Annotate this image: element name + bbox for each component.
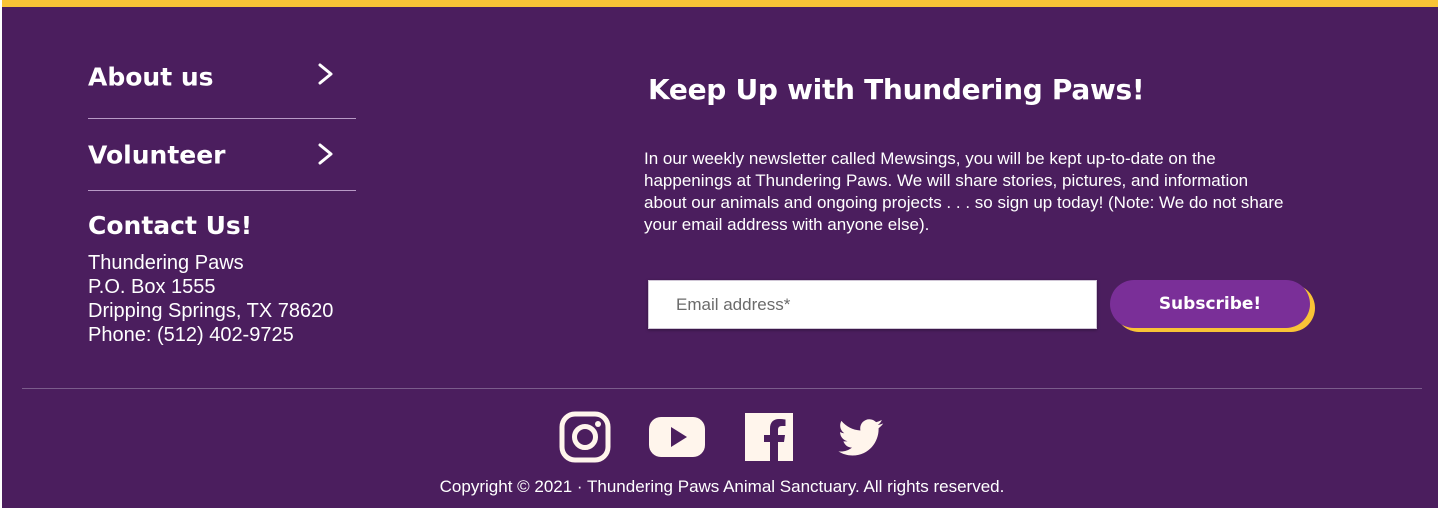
email-input[interactable] <box>648 280 1097 329</box>
newsletter-description: In our weekly newsletter called Mewsings… <box>644 149 1284 234</box>
contact-line-po-box: P.O. Box 1555 <box>88 276 216 298</box>
contact-line-city: Dripping Springs, TX 78620 <box>88 300 334 322</box>
chevron-right-icon <box>318 143 333 165</box>
newsletter-title: Keep Up with Thundering Paws! <box>648 73 1145 106</box>
nav-item-label: About us <box>88 62 214 92</box>
subscribe-button-wrapper: Subscribe! <box>1110 280 1316 333</box>
contact-line-phone: Phone: (512) 402-9725 <box>88 324 294 346</box>
copyright-text: Copyright © 2021 · Thundering Paws Anima… <box>439 477 1005 496</box>
subscribe-button[interactable]: Subscribe! <box>1110 280 1310 328</box>
nav-item-about-us[interactable]: About us <box>88 47 356 119</box>
contact-address: Thundering Paws P.O. Box 1555 Dripping S… <box>88 251 333 347</box>
contact-line-name: Thundering Paws <box>88 252 244 274</box>
instagram-icon[interactable] <box>559 411 611 463</box>
youtube-icon[interactable] <box>647 411 707 463</box>
nav-item-volunteer[interactable]: Volunteer <box>88 119 356 191</box>
facebook-icon[interactable] <box>743 411 795 463</box>
footer-divider <box>22 388 1422 389</box>
twitter-icon[interactable] <box>835 411 887 463</box>
chevron-right-icon <box>318 63 333 85</box>
nav-item-label: Volunteer <box>88 140 226 170</box>
contact-title: Contact Us! <box>88 211 253 240</box>
site-footer: About us Volunteer Contact Us! Thunderin… <box>2 0 1438 508</box>
